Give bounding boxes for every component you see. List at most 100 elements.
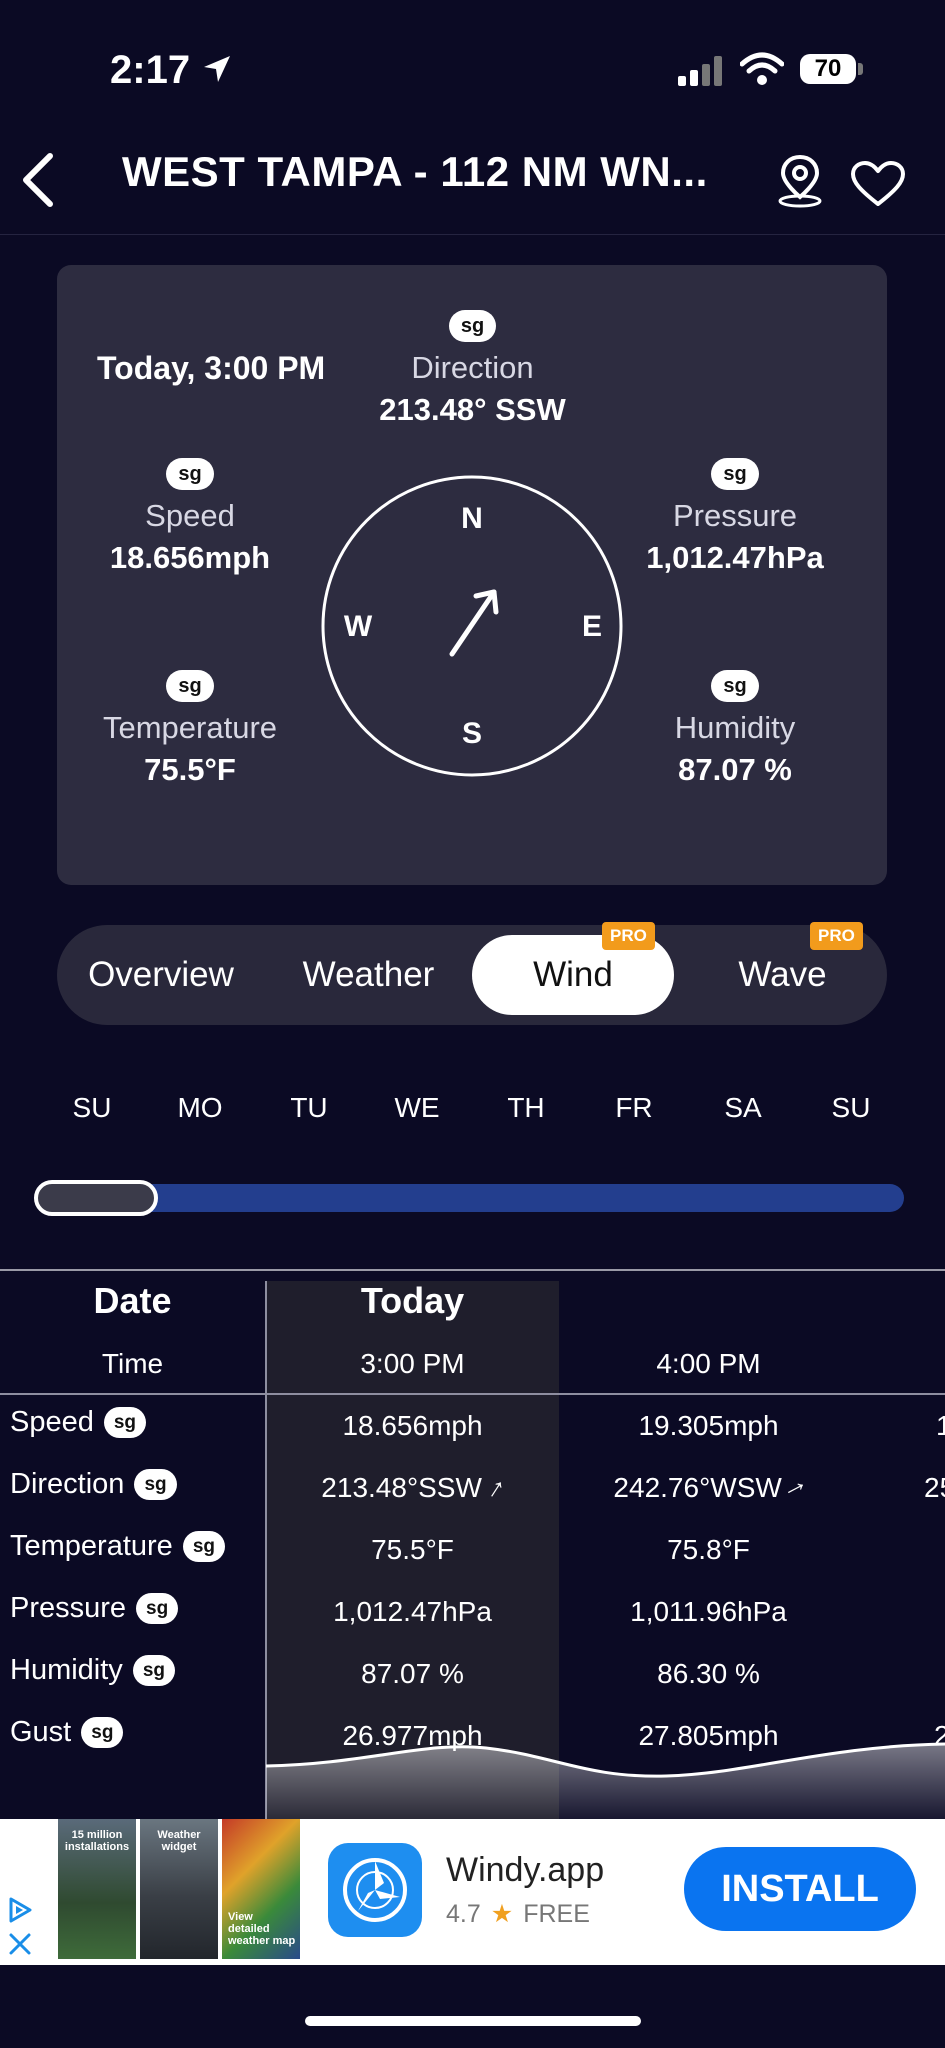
direction-cell-text: 242.76°WSW <box>613 1472 782 1503</box>
direction-label: Direction <box>411 350 534 385</box>
compass-east: E <box>582 610 602 643</box>
time-cell: 4:00 PM <box>656 1348 761 1379</box>
status-time: 2:17 <box>110 48 191 92</box>
location-arrow-icon <box>204 56 230 82</box>
time-cell: 3:00 PM <box>360 1348 465 1379</box>
source-badge: sg <box>132 1655 175 1686</box>
humidity-value: 87.07 % <box>678 752 792 787</box>
battery-cap <box>858 63 863 75</box>
battery-indicator: 70 <box>800 54 856 84</box>
pressure-cell: 1,012.47hPa <box>333 1596 492 1627</box>
tab-weather[interactable]: Weather <box>265 925 472 1025</box>
temperature-label: Temperature <box>102 710 278 745</box>
row-label-temperature: Temperature sg <box>10 1530 225 1563</box>
speed-block: sg Speed 18.656mph <box>70 458 310 576</box>
source-badge: sg <box>166 458 214 490</box>
date-header: Date <box>93 1280 172 1321</box>
favorite-heart-icon[interactable] <box>850 160 906 208</box>
ad-rating-row: 4.7 ★ FREE <box>446 1899 590 1929</box>
gust-trend-chart <box>266 1742 945 1820</box>
day-label[interactable]: WE <box>377 1092 457 1124</box>
ad-thumbnail-caption: 15 million installations <box>64 1829 130 1853</box>
temperature-value: 75.5°F <box>144 752 236 787</box>
ad-price: FREE <box>523 1899 590 1928</box>
direction-cell-text: 213.48°SSW <box>321 1472 482 1503</box>
ad-thumbnail: Weather widget <box>140 1819 218 1959</box>
speed-value: 18.656mph <box>109 540 271 575</box>
ad-thumbnail: 15 million installations <box>58 1819 136 1959</box>
direction-cell-partial: 25 <box>924 1472 945 1503</box>
temperature-block: sg Temperature 75.5°F <box>70 670 310 788</box>
compass-north: N <box>461 502 483 535</box>
source-badge: sg <box>103 1407 147 1438</box>
timeline-track[interactable] <box>120 1184 904 1212</box>
day-label[interactable]: TH <box>486 1092 566 1124</box>
timeline-thumb[interactable] <box>34 1180 158 1216</box>
back-arrow-icon[interactable] <box>18 152 58 208</box>
humidity-block: sg Humidity 87.07 % <box>620 670 850 788</box>
ad-app-name: Windy.app <box>446 1851 605 1889</box>
temperature-cell: 75.8°F <box>667 1534 750 1565</box>
summary-datetime: Today, 3:00 PM <box>97 350 326 386</box>
pressure-block: sg Pressure 1,012.47hPa <box>620 458 850 576</box>
row-label-pressure: Pressure sg <box>10 1592 179 1625</box>
day-label[interactable]: SU <box>811 1092 891 1124</box>
day-label[interactable]: TU <box>269 1092 349 1124</box>
day-label[interactable]: SU <box>52 1092 132 1124</box>
compass-west: W <box>344 610 373 643</box>
direction-arrow-icon: ↑ <box>780 1474 814 1502</box>
direction-cell: 213.48°SSW ↑ <box>266 1470 559 1505</box>
wind-direction-arrow-icon <box>449 589 499 657</box>
star-icon: ★ <box>490 1900 514 1928</box>
table-header-divider <box>0 1393 945 1395</box>
direction-arrow-icon: ↑ <box>482 1470 512 1505</box>
row-label-text: Speed <box>10 1406 94 1438</box>
speed-label: Speed <box>145 498 235 533</box>
ad-thumbnail-caption: View detailed weather map <box>228 1911 296 1947</box>
wifi-icon <box>740 52 784 85</box>
row-label-direction: Direction sg <box>10 1468 177 1501</box>
home-indicator[interactable] <box>305 2016 641 2026</box>
humidity-cell: 86.30 % <box>657 1658 760 1689</box>
row-label-text: Direction <box>10 1468 125 1500</box>
source-badge: sg <box>134 1469 177 1500</box>
speed-cell: 19.305mph <box>638 1410 779 1441</box>
ad-close-icon[interactable] <box>8 1932 32 1956</box>
source-badge: sg <box>136 1593 179 1624</box>
day-label[interactable]: FR <box>594 1092 674 1124</box>
pressure-cell: 1,011.96hPa <box>630 1596 787 1627</box>
source-badge: sg <box>81 1717 124 1748</box>
ad-thumbnail: View detailed weather map <box>222 1819 300 1959</box>
ad-thumbnail-caption: Weather widget <box>157 1829 201 1853</box>
temperature-cell: 75.5°F <box>371 1534 454 1565</box>
humidity-cell: 87.07 % <box>361 1658 464 1689</box>
direction-cell: 242.76°WSW ↑ <box>562 1472 855 1504</box>
source-badge: sg <box>166 670 214 702</box>
direction-block: sg Direction 213.48° SSW <box>350 310 595 428</box>
row-label-text: Humidity <box>10 1654 123 1686</box>
ad-choices-icon[interactable] <box>6 1896 34 1924</box>
windy-app-icon <box>328 1843 422 1937</box>
day-label[interactable]: MO <box>160 1092 240 1124</box>
row-label-text: Temperature <box>10 1530 173 1562</box>
row-label-gust: Gust sg <box>10 1716 124 1749</box>
today-header: Today <box>360 1280 465 1321</box>
day-label[interactable]: SA <box>703 1092 783 1124</box>
row-label-text: Gust <box>10 1716 72 1748</box>
location-pin-icon[interactable] <box>772 153 828 209</box>
source-badge: sg <box>182 1531 225 1562</box>
ad-rating: 4.7 <box>446 1899 481 1928</box>
ad-install-button[interactable]: INSTALL <box>684 1847 916 1931</box>
source-badge: sg <box>448 310 497 342</box>
compass-south: S <box>462 717 482 750</box>
humidity-label: Humidity <box>674 710 796 745</box>
row-label-text: Pressure <box>10 1592 127 1624</box>
signal-icon <box>678 56 722 86</box>
direction-value: 213.48° SSW <box>379 392 566 427</box>
speed-cell: 18.656mph <box>342 1410 483 1441</box>
row-label-speed: Speed sg <box>10 1406 147 1439</box>
pressure-value: 1,012.47hPa <box>646 540 824 575</box>
time-header: Time <box>101 1348 164 1379</box>
tab-overview[interactable]: Overview <box>57 925 265 1025</box>
row-label-humidity: Humidity sg <box>10 1654 175 1687</box>
